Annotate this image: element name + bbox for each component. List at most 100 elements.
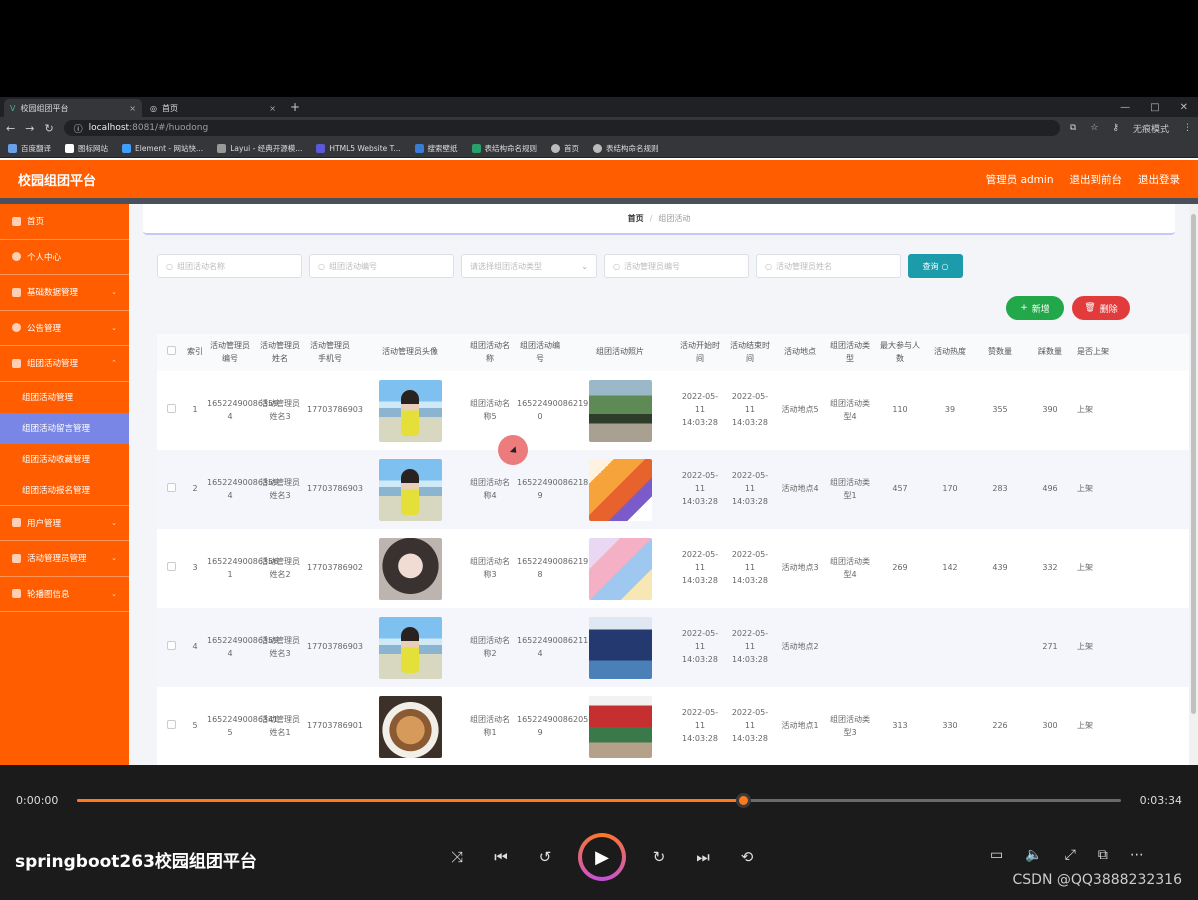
loop-icon[interactable]: ⟲ <box>736 846 758 868</box>
manager-code-input[interactable]: ○ 活动管理员编号 <box>604 254 749 278</box>
bookmark-icon <box>551 143 561 153</box>
cell-activity-name: 组团活动名称4 <box>470 477 510 500</box>
breadcrumb-separator: / <box>649 214 653 223</box>
bookmark[interactable]: HTML5 Website T... <box>316 143 401 153</box>
cell-manager-code: 16522490086341 5 <box>207 714 279 737</box>
close-icon[interactable]: × <box>269 104 276 113</box>
cell-place: 活动地点2 <box>781 642 819 652</box>
checkbox[interactable] <box>166 482 176 492</box>
sidebar-item-base-data[interactable]: 基础数据管理 ⌄ <box>0 275 129 311</box>
sidebar-item-notice[interactable]: 公告管理 ⌄ <box>0 311 129 346</box>
sidebar-subitem-favorites[interactable]: 组团活动收藏管理 <box>0 444 129 475</box>
next-icon[interactable]: ⏭ <box>692 846 714 868</box>
cell-place: 活动地点3 <box>781 563 819 573</box>
trash-icon: 🗑 <box>1084 303 1096 313</box>
column-header: 赞数量 <box>988 347 1012 357</box>
scrollbar-thumb[interactable] <box>1191 214 1196 714</box>
checkbox[interactable] <box>166 403 176 413</box>
rewind-10-icon[interactable]: ↺ <box>534 846 556 868</box>
sidebar-item-profile[interactable]: 个人中心 <box>0 240 129 275</box>
star-icon[interactable]: ☆ <box>1090 123 1098 133</box>
sidebar-item-users[interactable]: 用户管理 ⌄ <box>0 506 129 541</box>
close-window-icon[interactable]: ✕ <box>1180 102 1188 113</box>
bookmark[interactable]: 表结构命名规则 <box>471 143 537 154</box>
tab-active[interactable]: V 校园组团平台 × <box>4 99 142 117</box>
current-time: 0:00:00 <box>16 794 59 807</box>
column-header: 活动管理员编号 <box>210 340 250 363</box>
checkbox[interactable] <box>166 640 176 650</box>
translate-icon[interactable]: ⧉ <box>1070 123 1076 133</box>
cell-heat: 39 <box>944 405 956 415</box>
bookmark-icon <box>122 143 131 153</box>
breadcrumb-current: 组团活动 <box>658 214 691 223</box>
avatar <box>378 616 442 679</box>
reload-icon[interactable]: ↻ <box>44 122 53 135</box>
sidebar-item-activity[interactable]: 组团活动管理 ⌃ <box>0 346 129 382</box>
progress-bar[interactable] <box>77 793 1121 808</box>
url-field[interactable]: ⓘ localhost :8081/#/huodong <box>63 120 1060 136</box>
bookmark[interactable]: 百度翻译 <box>8 143 51 154</box>
checkbox[interactable] <box>166 561 176 571</box>
play-button[interactable]: ▶ <box>578 833 626 881</box>
select-all-checkbox[interactable] <box>157 345 185 360</box>
bookmark-icon <box>471 143 481 153</box>
forward-icon[interactable]: → <box>25 122 34 135</box>
forward-30-icon[interactable]: ↻ <box>648 846 670 868</box>
shuffle-icon[interactable]: ⤨ <box>446 846 468 868</box>
cell-manager-name: 活动管理员姓名3 <box>260 635 300 658</box>
volume-icon[interactable]: 🔈 <box>1025 847 1042 863</box>
activity-code-input[interactable]: ○ 组团活动编号 <box>309 254 454 278</box>
previous-icon[interactable]: ⏮ <box>490 846 512 868</box>
table-row[interactable]: 5 16522490086341 5 活动管理员姓名1 17703786901 组团活动… <box>157 687 1189 765</box>
url-path: :8081/#/huodong <box>129 123 209 133</box>
video-title: springboot263校园组团平台 <box>15 852 257 872</box>
search-button[interactable]: 查询 ○ <box>908 254 963 278</box>
back-icon[interactable]: ← <box>6 122 15 135</box>
table-row[interactable]: 4 16522490086359 4 活动管理员姓名3 17703786903 组团活动… <box>157 608 1189 687</box>
breadcrumb-home[interactable]: 首页 <box>628 213 644 224</box>
maximize-icon[interactable]: □ <box>1150 102 1159 113</box>
bookmark[interactable]: 图标网站 <box>65 143 108 154</box>
cell-end-time: 2022-05-11 14:03:28 <box>731 708 769 743</box>
logout-link[interactable]: 退出登录 <box>1138 172 1180 187</box>
menu-dots-icon[interactable]: ⋮ <box>1183 123 1192 133</box>
sidebar-subitem-activity[interactable]: 组团活动管理 <box>0 382 129 413</box>
sidebar-item-home[interactable]: 首页 <box>0 204 129 240</box>
add-button[interactable]: + 新增 <box>1006 296 1064 320</box>
exit-to-front-link[interactable]: 退出到前台 <box>1070 172 1123 187</box>
sidebar-subitem-comments[interactable]: 组团活动留言管理 <box>0 412 129 444</box>
subtitles-icon[interactable]: ▭ <box>990 847 1003 863</box>
search-icon: ○ <box>318 261 325 271</box>
incognito-badge[interactable]: 无痕模式 <box>1133 122 1169 135</box>
table-row[interactable]: 1 16522490086359 4 活动管理员姓名3 17703786903 组团活动… <box>157 371 1189 450</box>
bookmark[interactable]: 首页 <box>551 143 579 154</box>
bookmark[interactable]: Element - 网站快... <box>122 143 203 154</box>
page-scrollbar[interactable] <box>1189 204 1198 765</box>
bookmark[interactable]: Layui - 经典开源模... <box>217 143 302 154</box>
new-tab-icon[interactable]: + <box>284 100 300 114</box>
column-header: 活动热度 <box>934 347 966 357</box>
manager-name-input[interactable]: ○ 活动管理员姓名 <box>756 254 901 278</box>
bookmarks-bar: 百度翻译 图标网站 Element - 网站快... Layui - 经典开源模… <box>0 139 1198 158</box>
close-icon[interactable]: × <box>129 104 136 113</box>
minimize-icon[interactable]: — <box>1120 102 1130 113</box>
fullscreen-icon[interactable]: ⤢ <box>1065 847 1076 863</box>
bookmark[interactable]: 搜索壁纸 <box>414 143 458 154</box>
table-row[interactable]: 2 16522490086359 4 活动管理员姓名3 17703786903 组团活动… <box>157 450 1189 529</box>
more-icon[interactable]: ⋯ <box>1130 847 1144 863</box>
checkbox[interactable] <box>166 345 176 355</box>
key-icon[interactable]: ⚷ <box>1112 123 1119 133</box>
sidebar-item-carousel[interactable]: 轮播图信息 ⌄ <box>0 577 129 612</box>
table-row[interactable]: 3 16522490086356 1 活动管理员姓名2 17703786902 组团活动… <box>157 529 1189 608</box>
sidebar-item-managers[interactable]: 活动管理员管理 ⌄ <box>0 541 129 577</box>
sidebar-subitem-signups[interactable]: 组团活动报名管理 <box>0 475 129 506</box>
bookmark[interactable]: 表结构命名规则 <box>593 143 659 154</box>
delete-button[interactable]: 🗑 删除 <box>1072 296 1130 320</box>
progress-knob[interactable] <box>736 793 752 808</box>
pip-icon[interactable]: ⧉ <box>1098 847 1108 863</box>
activity-name-input[interactable]: ○ 组团活动名称 <box>157 254 302 278</box>
checkbox[interactable] <box>166 719 176 729</box>
cell-activity-name: 组团活动名称3 <box>470 556 510 579</box>
tab-home[interactable]: ◎ 首页 × <box>144 99 282 117</box>
activity-type-select[interactable]: 请选择组团活动类型 ⌄ <box>461 254 597 278</box>
